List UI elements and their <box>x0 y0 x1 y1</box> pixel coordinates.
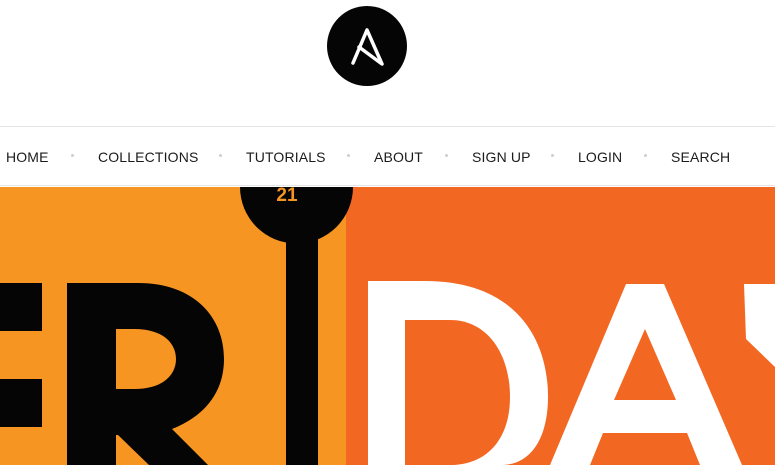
nav-separator <box>644 154 647 157</box>
nav-tutorials[interactable]: TUTORIALS <box>246 147 326 167</box>
nav-separator <box>347 154 350 157</box>
hero-artwork: 21 <box>0 187 775 465</box>
nav-collections[interactable]: COLLECTIONS <box>98 147 198 167</box>
nav-about[interactable]: ABOUT <box>374 147 423 167</box>
nav-separator <box>219 154 222 157</box>
logo-link[interactable] <box>327 6 407 86</box>
hero-divider-bar <box>286 239 318 465</box>
nav-separator <box>445 154 448 157</box>
nav-login[interactable]: LOGIN <box>578 147 622 167</box>
hero-badge-text: 21 <box>276 187 298 206</box>
nav-separator <box>71 154 74 157</box>
main-nav: HOME COLLECTIONS TUTORIALS ABOUT SIGN UP… <box>0 126 775 186</box>
site-header <box>0 0 775 126</box>
nav-separator <box>551 154 554 157</box>
nav-sign-up[interactable]: SIGN UP <box>472 147 531 167</box>
nav-search[interactable]: SEARCH <box>671 147 730 167</box>
hero-banner: 21 <box>0 187 775 465</box>
page: HOME COLLECTIONS TUTORIALS ABOUT SIGN UP… <box>0 0 775 465</box>
ansible-logo-icon <box>351 28 384 66</box>
nav-home[interactable]: HOME <box>6 147 49 167</box>
